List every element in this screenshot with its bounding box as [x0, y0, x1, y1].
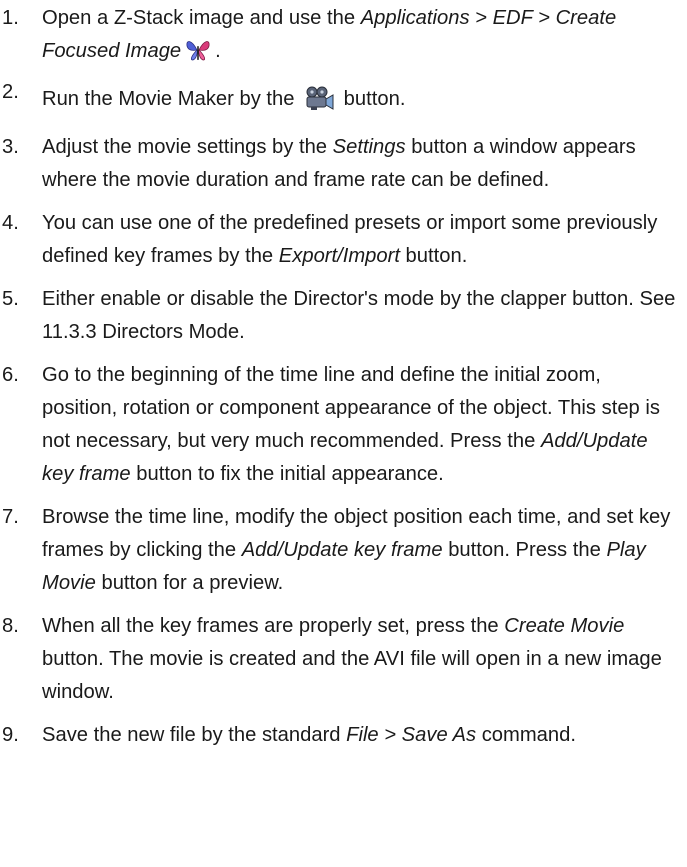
- step-item: 2. Run the Movie Maker by the button.: [2, 81, 679, 121]
- step-text: but­ton.: [399, 245, 468, 267]
- step-number: 5.: [2, 288, 19, 310]
- butterfly-icon: [185, 38, 211, 73]
- step-text: Run the Movie Maker by the: [42, 88, 301, 110]
- movie-camera-icon: [304, 86, 334, 121]
- step-text: button. Press the: [442, 539, 607, 561]
- step-text: Save the new file by the standard: [42, 724, 347, 746]
- step-text: .: [215, 40, 221, 62]
- step-number: 1.: [2, 7, 19, 29]
- step-number: 9.: [2, 724, 19, 746]
- step-text: Adjust the movie settings by the: [42, 136, 333, 158]
- step-item: 5. Either enable or disable the Director'…: [2, 283, 679, 349]
- step-text: Either enable or disable the Director's …: [42, 288, 676, 343]
- step-text: Open a Z-Stack image and use the: [42, 7, 361, 29]
- step-item: 8. When all the key frames are properly s…: [2, 610, 679, 709]
- step-number: 7.: [2, 506, 19, 528]
- step-emphasis: Export/Import: [278, 245, 400, 267]
- step-number: 4.: [2, 212, 19, 234]
- step-item: 4. You can use one of the predefined pres…: [2, 207, 679, 273]
- step-item: 7. Browse the time line, modify the objec…: [2, 501, 679, 600]
- document-page: 1. Open a Z-Stack image and use the Appli…: [0, 0, 687, 867]
- step-emphasis: Add/Update key frame: [241, 539, 443, 561]
- step-text: button to fix the initial appearance.: [130, 463, 444, 485]
- step-number: 3.: [2, 136, 19, 158]
- step-emphasis: File > Save As: [346, 724, 477, 746]
- step-text: button.: [338, 88, 406, 110]
- step-text: button. The movie is created and the AVI…: [42, 648, 662, 703]
- step-text: When all the key frames are properly set…: [42, 615, 505, 637]
- step-text: button for a preview.: [95, 572, 284, 594]
- step-text: com­mand.: [476, 724, 576, 746]
- step-emphasis: Settings: [332, 136, 406, 158]
- step-number: 8.: [2, 615, 19, 637]
- step-emphasis: Create Movie: [504, 615, 625, 637]
- step-item: 9. Save the new file by the standard File…: [2, 719, 679, 752]
- step-item: 1. Open a Z-Stack image and use the Appli…: [2, 2, 679, 73]
- step-number: 2.: [2, 81, 19, 103]
- step-item: 6. Go to the beginning of the time line a…: [2, 359, 679, 491]
- instruction-steps-list: 1. Open a Z-Stack image and use the Appli…: [2, 2, 679, 752]
- step-number: 6.: [2, 364, 19, 386]
- step-item: 3. Adjust the movie settings by the Setti…: [2, 131, 679, 197]
